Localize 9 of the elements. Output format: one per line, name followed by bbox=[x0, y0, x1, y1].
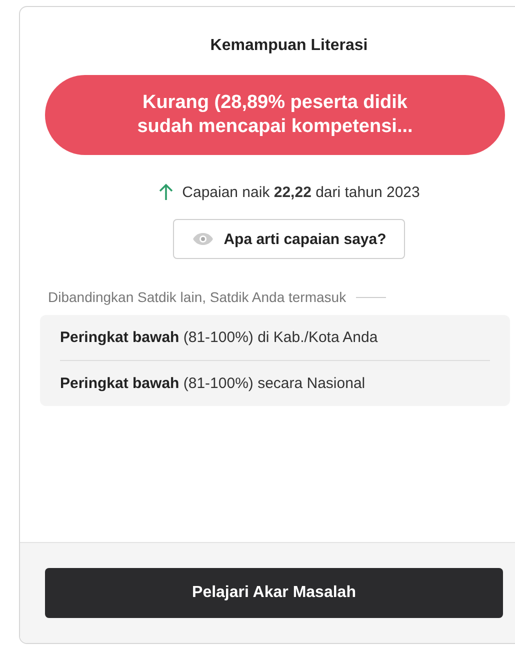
action-button[interactable]: Pelajari Akar Masalah bbox=[45, 568, 503, 618]
eye-icon bbox=[192, 232, 214, 246]
status-badge: Kurang (28,89% peserta didik sudah mencapai kompetensi... bbox=[45, 75, 505, 155]
comparison-caption: Dibandingkan Satdik lain, Satdik Anda termasuk bbox=[48, 289, 346, 305]
ranking-text: Peringkat bawah (81-100%) secara Nasional bbox=[60, 360, 490, 406]
help-button[interactable]: Apa arti capaian saya? bbox=[172, 219, 406, 259]
card-title: Kemampuan Literasi bbox=[209, 37, 369, 55]
trend-text: Capaian naik 22,22 dari tahun 2023 bbox=[182, 184, 420, 200]
ranking-text: Peringkat bawah (81-100%) di Kab./Kota Anda bbox=[60, 328, 379, 348]
